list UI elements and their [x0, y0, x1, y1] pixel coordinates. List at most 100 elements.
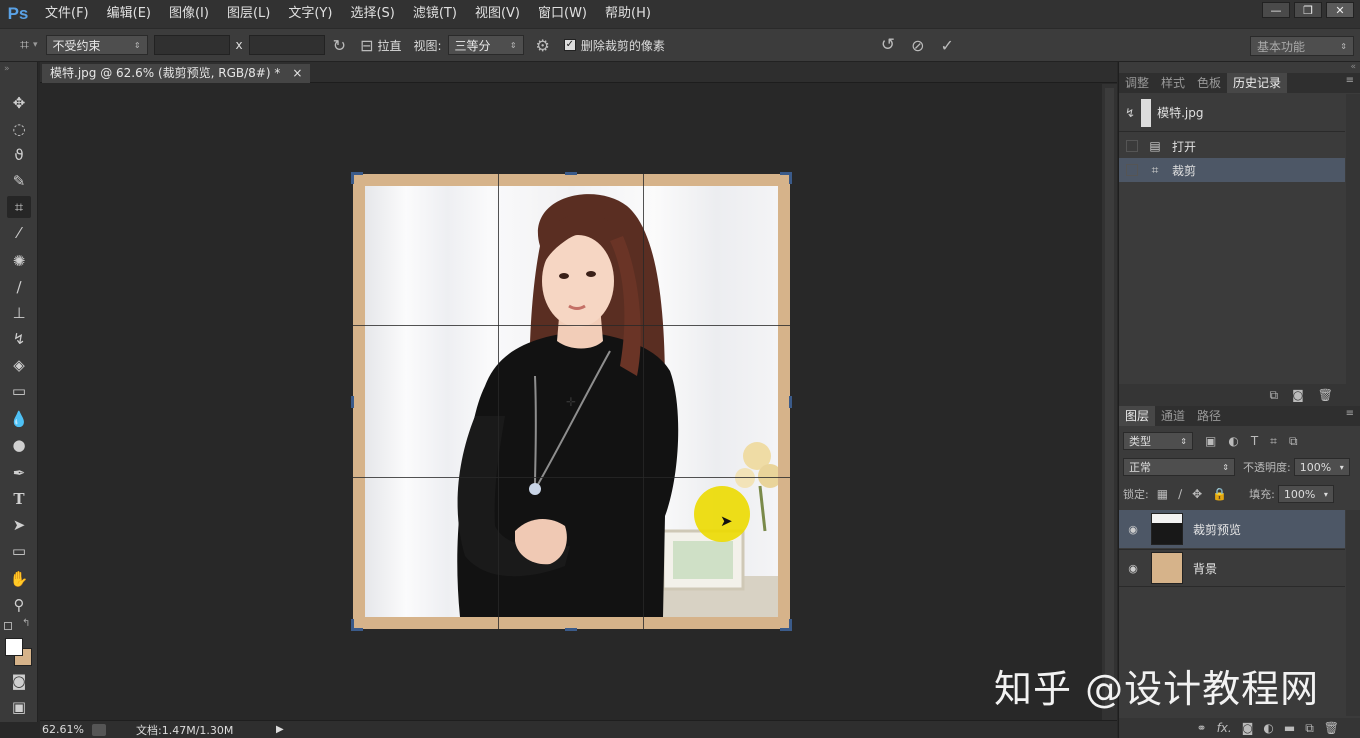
- clone-stamp-tool-icon[interactable]: ⊥: [7, 302, 31, 324]
- filter-smart-object-icon[interactable]: ⧉: [1289, 434, 1298, 449]
- menu-file[interactable]: 文件(F): [36, 0, 98, 28]
- menu-layer[interactable]: 图层(L): [218, 0, 279, 28]
- menu-filter[interactable]: 滤镜(T): [404, 0, 466, 28]
- crop-handle-bottom-right[interactable]: [789, 619, 792, 631]
- healing-brush-tool-icon[interactable]: ✺: [7, 250, 31, 272]
- dodge-tool-icon[interactable]: ●: [7, 434, 31, 456]
- panel-menu-icon[interactable]: ≡: [1346, 75, 1354, 86]
- crop-tool-icon[interactable]: ⌗: [20, 35, 29, 55]
- filter-adjustment-icon[interactable]: ◐: [1228, 434, 1238, 448]
- history-item-open[interactable]: ▤ 打开: [1119, 134, 1345, 158]
- type-tool-icon[interactable]: T: [7, 488, 31, 510]
- crop-handle-top-left[interactable]: [351, 172, 354, 184]
- straighten-label[interactable]: 拉直: [377, 37, 401, 54]
- filter-type-icon[interactable]: T: [1251, 434, 1258, 448]
- zoom-level[interactable]: 62.61%: [42, 723, 92, 736]
- screen-mode-icon[interactable]: ▣: [7, 696, 31, 718]
- menu-window[interactable]: 窗口(W): [529, 0, 596, 28]
- crop-width-input[interactable]: [153, 35, 230, 55]
- crop-handle-left[interactable]: [351, 396, 354, 408]
- panel-menu-icon[interactable]: ≡: [1346, 408, 1354, 419]
- history-brush-source-icon[interactable]: ↯: [1125, 106, 1135, 120]
- lock-transparent-icon[interactable]: ▦: [1157, 487, 1168, 501]
- crop-handle-top[interactable]: [565, 172, 577, 175]
- rectangle-tool-icon[interactable]: ▭: [7, 540, 31, 562]
- crop-handle-right[interactable]: [789, 396, 792, 408]
- swap-colors-icon[interactable]: ↰: [22, 618, 30, 629]
- history-source-checkbox[interactable]: [1126, 164, 1138, 176]
- camera-icon[interactable]: ◙: [1292, 388, 1304, 402]
- reset-crop-icon[interactable]: ↺: [881, 35, 895, 55]
- fill-input[interactable]: 100% ▾: [1277, 485, 1334, 503]
- menu-type[interactable]: 文字(Y): [279, 0, 341, 28]
- history-source-checkbox[interactable]: [1126, 140, 1138, 152]
- layer-mask-icon[interactable]: ◙: [1242, 721, 1254, 735]
- crop-handle-top-right[interactable]: [789, 172, 792, 184]
- hand-tool-icon[interactable]: ✋: [7, 568, 31, 590]
- layers-scrollbar[interactable]: [1346, 510, 1360, 716]
- crop-preview-image[interactable]: ✛: [351, 172, 792, 631]
- marquee-tool-icon[interactable]: ◌: [7, 118, 31, 140]
- visibility-eye-icon[interactable]: ◉: [1119, 523, 1147, 536]
- menu-select[interactable]: 选择(S): [341, 0, 403, 28]
- tab-history[interactable]: 历史记录: [1227, 73, 1288, 93]
- quick-mask-icon[interactable]: ◙: [7, 670, 31, 692]
- tab-layers[interactable]: 图层: [1119, 406, 1156, 426]
- close-tab-icon[interactable]: ×: [292, 64, 302, 83]
- history-item-crop[interactable]: ⌗ 裁剪: [1119, 158, 1345, 182]
- layer-row-background[interactable]: ◉ 背景: [1119, 549, 1345, 587]
- lock-image-icon[interactable]: ∕: [1178, 487, 1182, 501]
- workspace-dropdown[interactable]: 基本功能 ⇕: [1250, 36, 1354, 56]
- crop-ratio-dropdown[interactable]: 不受约束 ⇕: [45, 35, 148, 55]
- panel-collapse-icon[interactable]: »: [4, 64, 10, 74]
- tab-paths[interactable]: 路径: [1191, 406, 1227, 426]
- foreground-color-swatch[interactable]: [5, 638, 23, 656]
- tab-swatches[interactable]: 色板: [1191, 73, 1227, 93]
- blur-tool-icon[interactable]: 💧: [7, 408, 31, 430]
- layer-name[interactable]: 裁剪预览: [1193, 521, 1241, 538]
- tab-styles[interactable]: 样式: [1155, 73, 1191, 93]
- opacity-input[interactable]: 100% ▾: [1293, 458, 1350, 476]
- crop-handle-bottom[interactable]: [565, 628, 577, 631]
- brush-tool-icon[interactable]: ∕: [7, 276, 31, 298]
- straighten-icon[interactable]: ⊟: [360, 36, 373, 55]
- close-window-button[interactable]: ✕: [1326, 2, 1354, 18]
- cancel-crop-icon[interactable]: ⊘: [911, 36, 924, 55]
- layer-name[interactable]: 背景: [1193, 560, 1217, 577]
- tab-channels[interactable]: 通道: [1155, 406, 1191, 426]
- path-select-tool-icon[interactable]: ➤: [7, 514, 31, 536]
- history-scrollbar[interactable]: [1346, 94, 1360, 384]
- tab-adjustments[interactable]: 调整: [1119, 73, 1155, 93]
- minimize-button[interactable]: —: [1262, 2, 1290, 18]
- panel-collapse-icon[interactable]: «: [1350, 62, 1356, 72]
- document-tab[interactable]: 模特.jpg @ 62.6% (裁剪预览, RGB/8#) * ×: [42, 64, 311, 83]
- lock-position-icon[interactable]: ✥: [1192, 487, 1202, 501]
- history-snapshot[interactable]: ↯ 模特.jpg: [1119, 94, 1345, 132]
- lasso-tool-icon[interactable]: ϑ: [7, 144, 31, 166]
- menu-edit[interactable]: 编辑(E): [98, 0, 160, 28]
- status-menu-arrow-icon[interactable]: ▶: [276, 724, 284, 735]
- filter-pixel-icon[interactable]: ▣: [1205, 434, 1216, 448]
- delete-pixels-checkbox[interactable]: ✓: [563, 39, 576, 51]
- layer-filter-dropdown[interactable]: 类型 ⇕: [1123, 432, 1193, 450]
- menu-image[interactable]: 图像(I): [160, 0, 218, 28]
- quick-select-tool-icon[interactable]: ✎: [7, 170, 31, 192]
- move-tool-icon[interactable]: ✥: [7, 92, 31, 114]
- menu-view[interactable]: 视图(V): [466, 0, 529, 28]
- crop-height-input[interactable]: [248, 35, 325, 55]
- overlay-view-dropdown[interactable]: 三等分 ⇕: [447, 35, 524, 55]
- layer-row-crop-preview[interactable]: ◉ 裁剪预览: [1119, 510, 1345, 548]
- swap-rotate-icon[interactable]: ↻: [333, 36, 346, 55]
- blend-mode-dropdown[interactable]: 正常 ⇕: [1123, 458, 1235, 476]
- pen-tool-icon[interactable]: ✒: [7, 462, 31, 484]
- adjustment-layer-icon[interactable]: ◐: [1263, 721, 1273, 735]
- layer-style-fx-icon[interactable]: fx.: [1217, 721, 1232, 735]
- default-colors-icon[interactable]: [4, 622, 12, 630]
- new-group-folder-icon[interactable]: ▬: [1284, 721, 1295, 735]
- new-document-from-state-icon[interactable]: ⧉: [1270, 388, 1279, 403]
- visibility-eye-icon[interactable]: ◉: [1119, 562, 1147, 575]
- gear-icon[interactable]: ⚙: [536, 36, 550, 55]
- eraser-tool-icon[interactable]: ◈: [7, 354, 31, 376]
- scrollbar-thumb[interactable]: [1105, 88, 1114, 708]
- lock-all-icon[interactable]: 🔒: [1212, 487, 1227, 501]
